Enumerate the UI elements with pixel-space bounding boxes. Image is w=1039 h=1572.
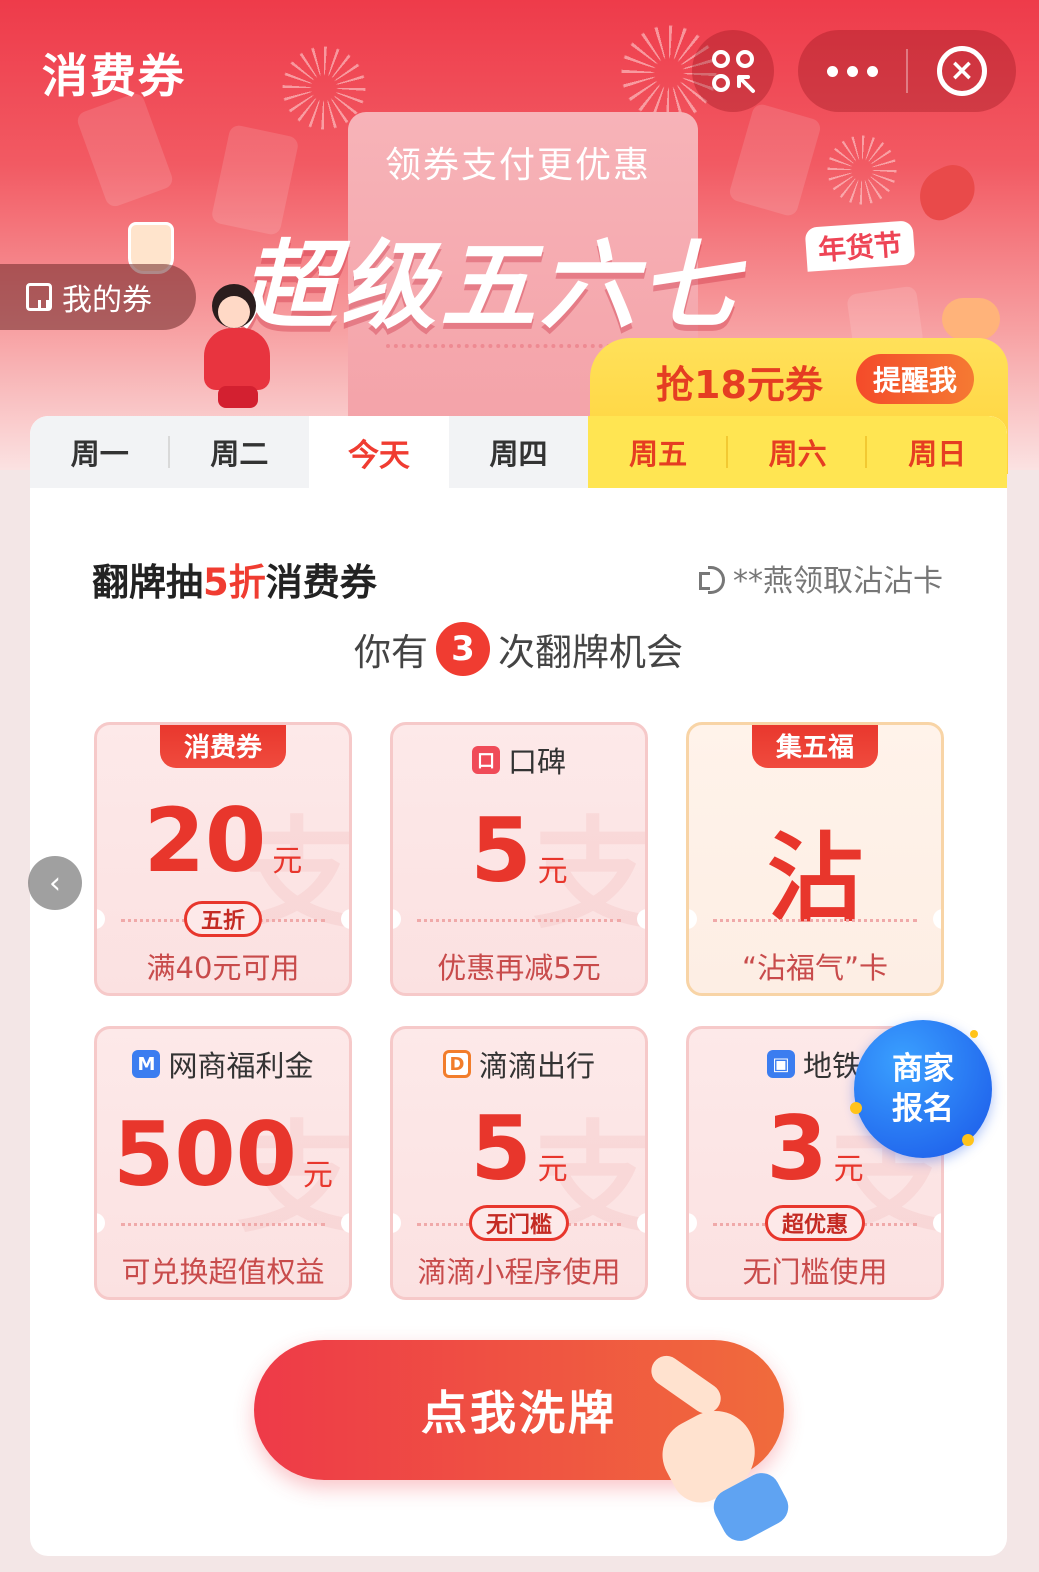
coupon-brand: 口 口碑 bbox=[393, 739, 645, 781]
coupon-card-didi[interactable]: 支 D 滴滴出行 5元 无门槛 滴滴小程序使用 bbox=[390, 1026, 648, 1300]
didi-icon: D bbox=[442, 1050, 471, 1078]
remind-me-button[interactable]: 提醒我 bbox=[856, 354, 974, 404]
flip-chances: 你有 3 次翻牌机会 bbox=[30, 622, 1007, 676]
tab-saturday[interactable]: 周六 bbox=[727, 416, 868, 488]
peach-illustration bbox=[942, 298, 1000, 340]
firework-decoration bbox=[822, 130, 902, 210]
red-envelope-decoration bbox=[727, 102, 823, 218]
coupon-tag: 消费券 bbox=[159, 725, 287, 768]
coupon-desc: 满40元可用 bbox=[146, 951, 300, 985]
close-icon: × bbox=[937, 46, 987, 96]
tab-tuesday[interactable]: 周二 bbox=[169, 416, 310, 488]
chevron-left-icon: ‹ bbox=[49, 865, 61, 901]
banner-title: 超级五六七 bbox=[240, 230, 740, 342]
my-coupons-button[interactable]: 我的券 bbox=[0, 264, 196, 330]
koubei-icon: 口 bbox=[471, 746, 500, 774]
coupon-card-koubei[interactable]: 支 口 口碑 5元 优惠再减5元 bbox=[390, 722, 648, 996]
tab-monday[interactable]: 周一 bbox=[30, 416, 170, 488]
pointing-hand-icon bbox=[640, 1349, 795, 1548]
coupon-brand: D 滴滴出行 bbox=[393, 1043, 645, 1085]
coupon-desc: “沾福气”卡 bbox=[741, 951, 889, 985]
tab-friday[interactable]: 周五 bbox=[588, 416, 728, 488]
chance-count-badge: 3 bbox=[436, 622, 490, 676]
tab-sunday[interactable]: 周日 bbox=[867, 416, 1007, 488]
more-dots-icon bbox=[826, 65, 838, 77]
winner-ticker: **燕领取沾沾卡 bbox=[699, 556, 943, 600]
tab-thursday[interactable]: 周四 bbox=[448, 416, 589, 488]
banner-subtitle: 领券支付更优惠 bbox=[384, 145, 651, 186]
more-button[interactable] bbox=[798, 30, 906, 112]
my-coupons-label: 我的券 bbox=[62, 283, 152, 318]
speaker-icon bbox=[699, 564, 725, 594]
coupon-desc: 可兑换超值权益 bbox=[121, 1255, 325, 1289]
mybank-icon: M bbox=[132, 1050, 161, 1078]
festival-tag: 年货节 bbox=[804, 220, 916, 272]
red-envelope-decoration bbox=[75, 91, 175, 209]
close-button[interactable]: × bbox=[908, 30, 1016, 112]
coupon-desc: 滴滴小程序使用 bbox=[417, 1255, 621, 1289]
tab-today[interactable]: 今天 bbox=[309, 416, 449, 488]
metro-icon: ▣ bbox=[767, 1050, 795, 1078]
merchant-signup-button[interactable]: 商家 报名 bbox=[850, 1020, 992, 1158]
miniapp-capsule: × bbox=[798, 30, 1016, 112]
prev-arrow-button[interactable]: ‹ bbox=[28, 856, 82, 910]
page-title: 消费券 bbox=[42, 49, 186, 103]
coupon-card-mybank[interactable]: 支 M 网商福利金 500 元 可兑换超值权益 bbox=[94, 1026, 352, 1300]
discount-pill: 五折 bbox=[183, 901, 263, 937]
scan-button[interactable] bbox=[692, 30, 774, 112]
weekday-tabs: 周一 周二 今天 周四 周五 周六 周日 bbox=[30, 416, 1007, 488]
coupon-amount: 20 元 bbox=[143, 789, 303, 892]
scan-icon bbox=[712, 50, 755, 93]
coupon-brand: M 网商福利金 bbox=[97, 1043, 349, 1085]
grab-coupon-text: 抢18元券 bbox=[656, 363, 823, 407]
coupon-amount: 500 元 bbox=[113, 1103, 333, 1206]
coupon-card-fu-card[interactable]: 集五福 沾 “沾福气”卡 bbox=[686, 722, 944, 996]
coupon-card-consumer-20[interactable]: 支 消费券 20 元 五折 满40元可用 bbox=[94, 722, 352, 996]
super-deal-pill: 超优惠 bbox=[764, 1205, 866, 1241]
coupon-desc: 优惠再减5元 bbox=[437, 951, 601, 985]
coupon-tag: 集五福 bbox=[751, 725, 879, 768]
girl-illustration bbox=[196, 280, 282, 412]
coupon-book-icon bbox=[26, 283, 52, 311]
coupon-amount: 5元 bbox=[470, 799, 568, 902]
no-threshold-pill: 无门槛 bbox=[468, 1205, 570, 1241]
coupon-desc: 无门槛使用 bbox=[742, 1255, 888, 1289]
section-title: 翻牌抽5折消费券 bbox=[92, 561, 377, 604]
coupon-amount: 5元 bbox=[470, 1097, 568, 1200]
meat-illustration bbox=[910, 157, 984, 227]
